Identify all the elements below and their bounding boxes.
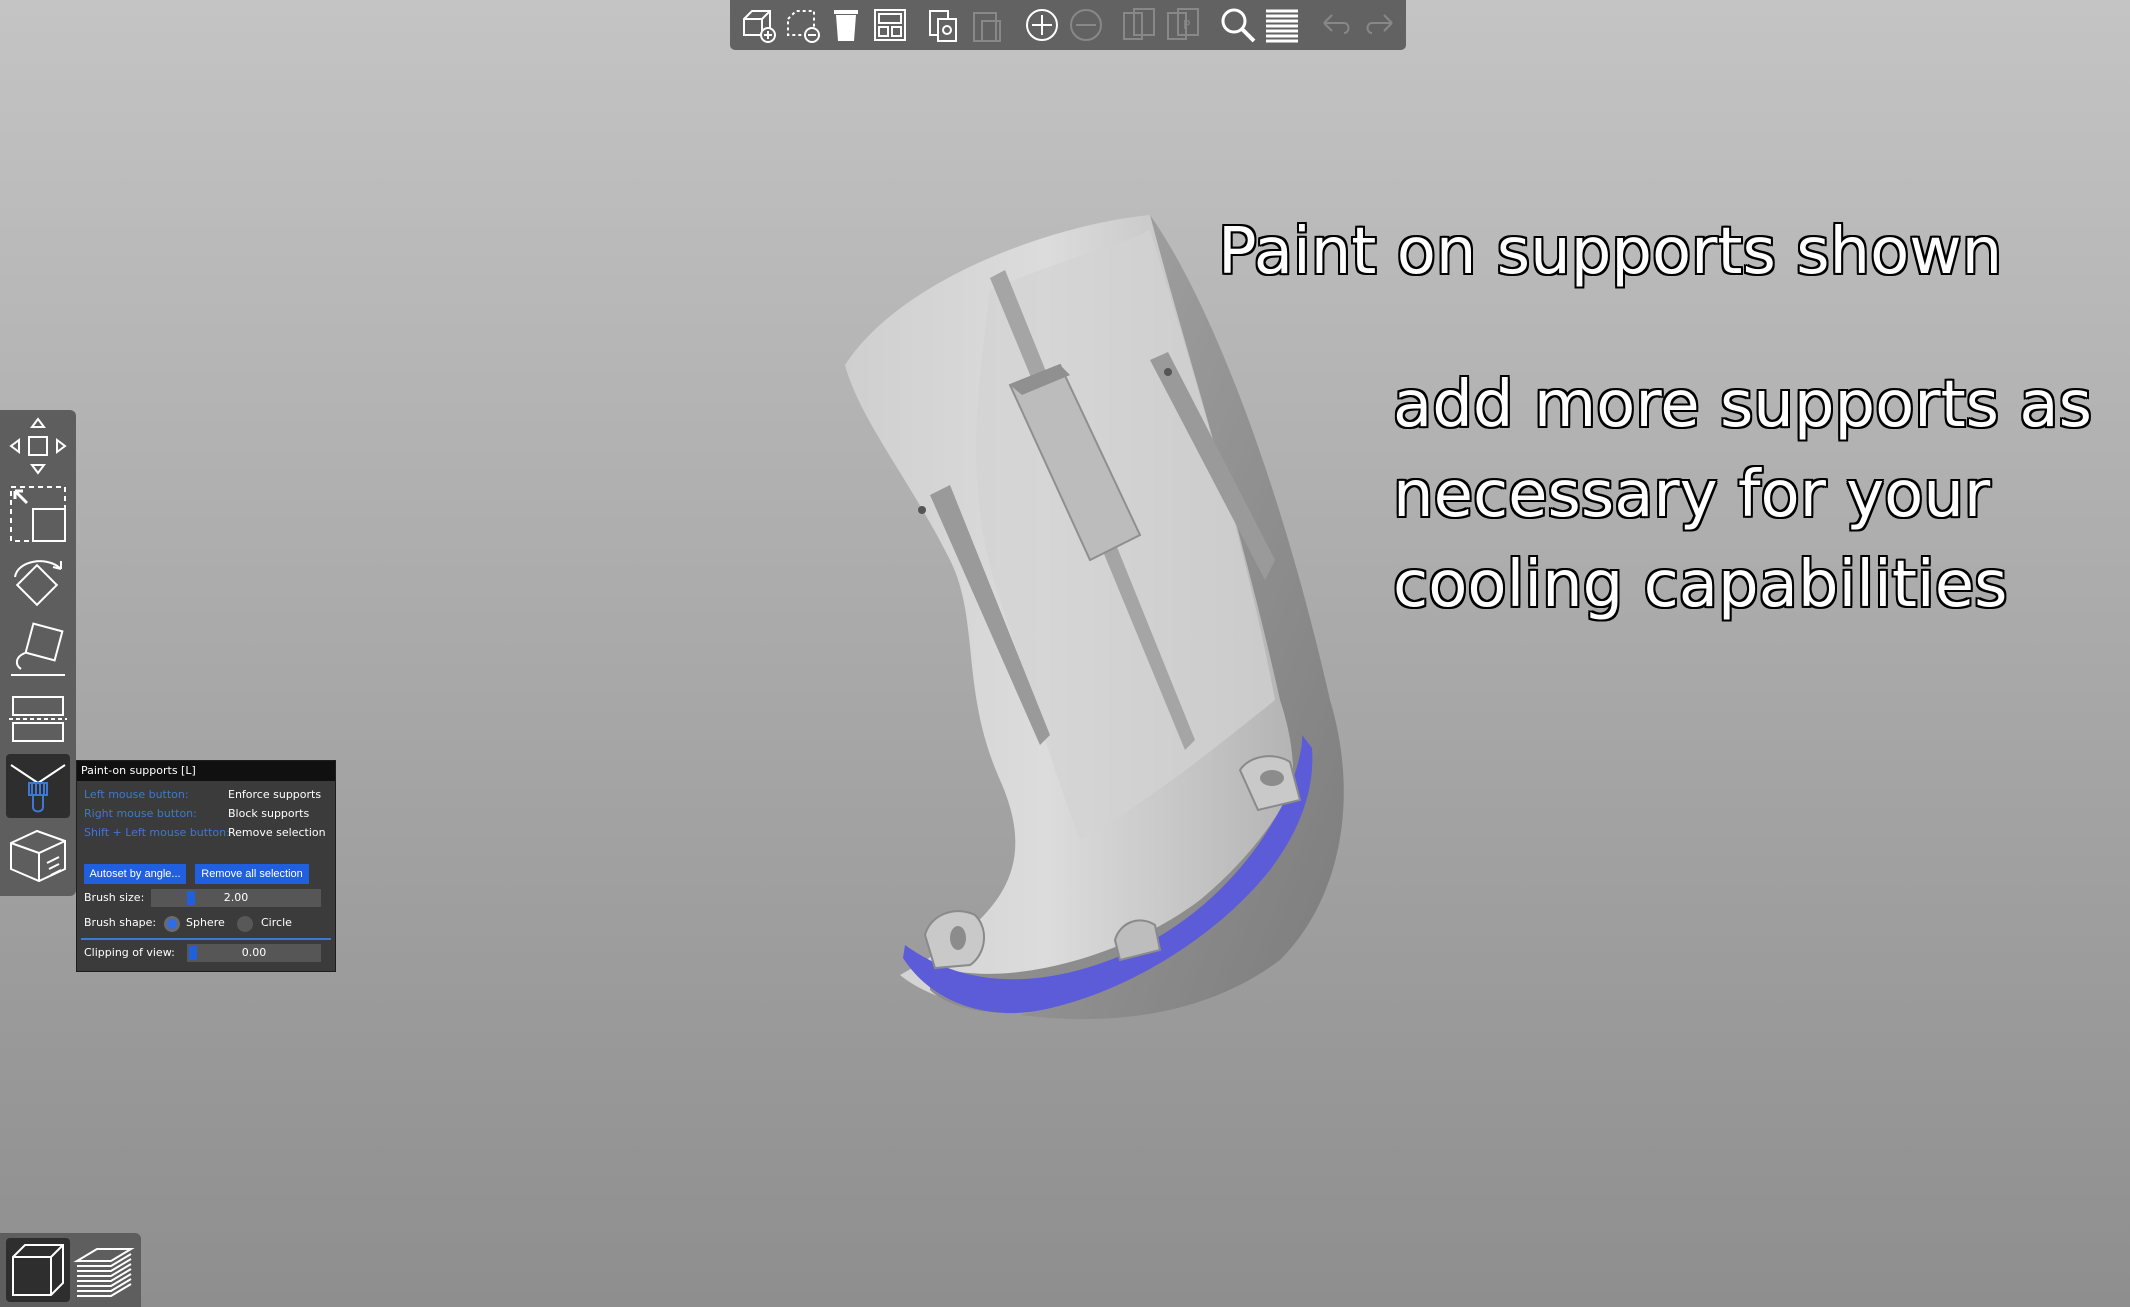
hint-key: Left mouse button: bbox=[84, 788, 189, 801]
split-parts-button[interactable]: P bbox=[1162, 3, 1206, 47]
copy-icon bbox=[929, 10, 957, 42]
top-toolbar: P bbox=[730, 0, 1406, 50]
undo-button[interactable] bbox=[1314, 3, 1358, 47]
redo-button[interactable] bbox=[1358, 3, 1402, 47]
annotation-line: add more supports as bbox=[1393, 368, 2092, 442]
rotate-icon bbox=[14, 560, 62, 607]
brush-shape-label: Brush shape: bbox=[84, 916, 157, 929]
split-objects-icon bbox=[1123, 8, 1155, 40]
layers-editing-button[interactable] bbox=[1260, 3, 1304, 47]
hint-action: Enforce supports bbox=[228, 788, 322, 801]
seam-painting-icon bbox=[10, 829, 66, 883]
undo-icon bbox=[1323, 14, 1350, 34]
hint-key: Shift + Left mouse button: bbox=[84, 826, 230, 839]
rotate-tool-button[interactable] bbox=[6, 550, 70, 614]
copy-button[interactable] bbox=[922, 3, 966, 47]
paste-button[interactable] bbox=[966, 3, 1010, 47]
delete-object-icon bbox=[787, 10, 820, 43]
annotation-title: Paint on supports shown bbox=[1218, 215, 2003, 289]
redo-icon bbox=[1366, 14, 1393, 34]
delete-all-button[interactable] bbox=[824, 3, 868, 47]
annotation-body: add more supports as necessary for your … bbox=[1393, 360, 2092, 630]
annotation-line: cooling capabilities bbox=[1393, 548, 2008, 622]
split-parts-icon: P bbox=[1167, 8, 1199, 40]
clipping-of-view-slider[interactable]: 0.00 bbox=[187, 944, 321, 962]
seam-painting-tool-button[interactable] bbox=[6, 822, 70, 886]
scale-tool-button[interactable] bbox=[6, 482, 70, 546]
3d-view-button[interactable] bbox=[6, 1238, 70, 1302]
preview-button[interactable] bbox=[72, 1238, 136, 1302]
layers-editing-icon bbox=[1266, 9, 1298, 43]
paint-on-supports-panel: Paint-on supports [L] Left mouse button:… bbox=[76, 760, 336, 972]
brush-size-value: 2.00 bbox=[223, 891, 249, 904]
arrange-icon bbox=[874, 9, 906, 41]
paint-supports-tool-button[interactable] bbox=[6, 754, 70, 818]
remove-instance-button[interactable] bbox=[1064, 3, 1108, 47]
search-button[interactable] bbox=[1216, 3, 1260, 47]
autoset-by-angle-button[interactable]: Autoset by angle... bbox=[84, 864, 186, 884]
left-gizmo-toolbar bbox=[0, 410, 76, 896]
paste-icon bbox=[973, 12, 1001, 42]
annotation-line: necessary for your bbox=[1393, 458, 1991, 532]
panel-title[interactable]: Paint-on supports [L] bbox=[77, 761, 335, 781]
move-tool-button[interactable] bbox=[6, 414, 70, 478]
delete-object-button[interactable] bbox=[780, 3, 824, 47]
add-object-icon bbox=[743, 10, 776, 43]
brush-size-label: Brush size: bbox=[84, 891, 145, 904]
circle-label[interactable]: Circle bbox=[261, 916, 292, 929]
panel-separator bbox=[81, 938, 331, 940]
clipping-of-view-label: Clipping of view: bbox=[84, 946, 175, 959]
place-on-face-button[interactable] bbox=[6, 618, 70, 682]
remove-instance-icon bbox=[1070, 9, 1102, 41]
preview-icon bbox=[73, 1248, 135, 1297]
clipping-of-view-value: 0.00 bbox=[241, 946, 267, 959]
hint-action: Remove selection bbox=[228, 826, 326, 839]
add-object-button[interactable] bbox=[736, 3, 780, 47]
paint-supports-icon bbox=[10, 764, 66, 813]
svg-text:P: P bbox=[1183, 18, 1190, 32]
model-ear-right-hole bbox=[1260, 770, 1284, 786]
3d-view-icon bbox=[12, 1244, 64, 1296]
delete-all-icon bbox=[834, 10, 858, 41]
split-objects-button[interactable] bbox=[1118, 3, 1162, 47]
move-icon bbox=[9, 417, 67, 475]
sphere-label[interactable]: Sphere bbox=[186, 916, 225, 929]
model-hole-2 bbox=[1164, 368, 1172, 376]
hint-key: Right mouse button: bbox=[84, 807, 197, 820]
model-hole-1 bbox=[918, 506, 926, 514]
cut-icon bbox=[9, 696, 67, 742]
circle-radio[interactable] bbox=[237, 916, 253, 932]
3d-viewport[interactable] bbox=[0, 0, 2130, 1307]
remove-all-selection-button[interactable]: Remove all selection bbox=[195, 864, 309, 884]
scale-icon bbox=[10, 486, 66, 542]
model-render[interactable] bbox=[0, 0, 2130, 1307]
sphere-radio[interactable] bbox=[164, 916, 180, 932]
model-ear-left-hole bbox=[950, 926, 966, 950]
brush-size-slider[interactable]: 2.00 bbox=[151, 889, 321, 907]
place-on-face-icon bbox=[11, 622, 65, 676]
cut-tool-button[interactable] bbox=[6, 686, 70, 750]
add-instance-button[interactable] bbox=[1020, 3, 1064, 47]
add-instance-icon bbox=[1026, 9, 1058, 41]
hint-action: Block supports bbox=[228, 807, 310, 820]
view-switcher bbox=[0, 1233, 141, 1307]
search-icon bbox=[1221, 8, 1256, 43]
arrange-button[interactable] bbox=[868, 3, 912, 47]
